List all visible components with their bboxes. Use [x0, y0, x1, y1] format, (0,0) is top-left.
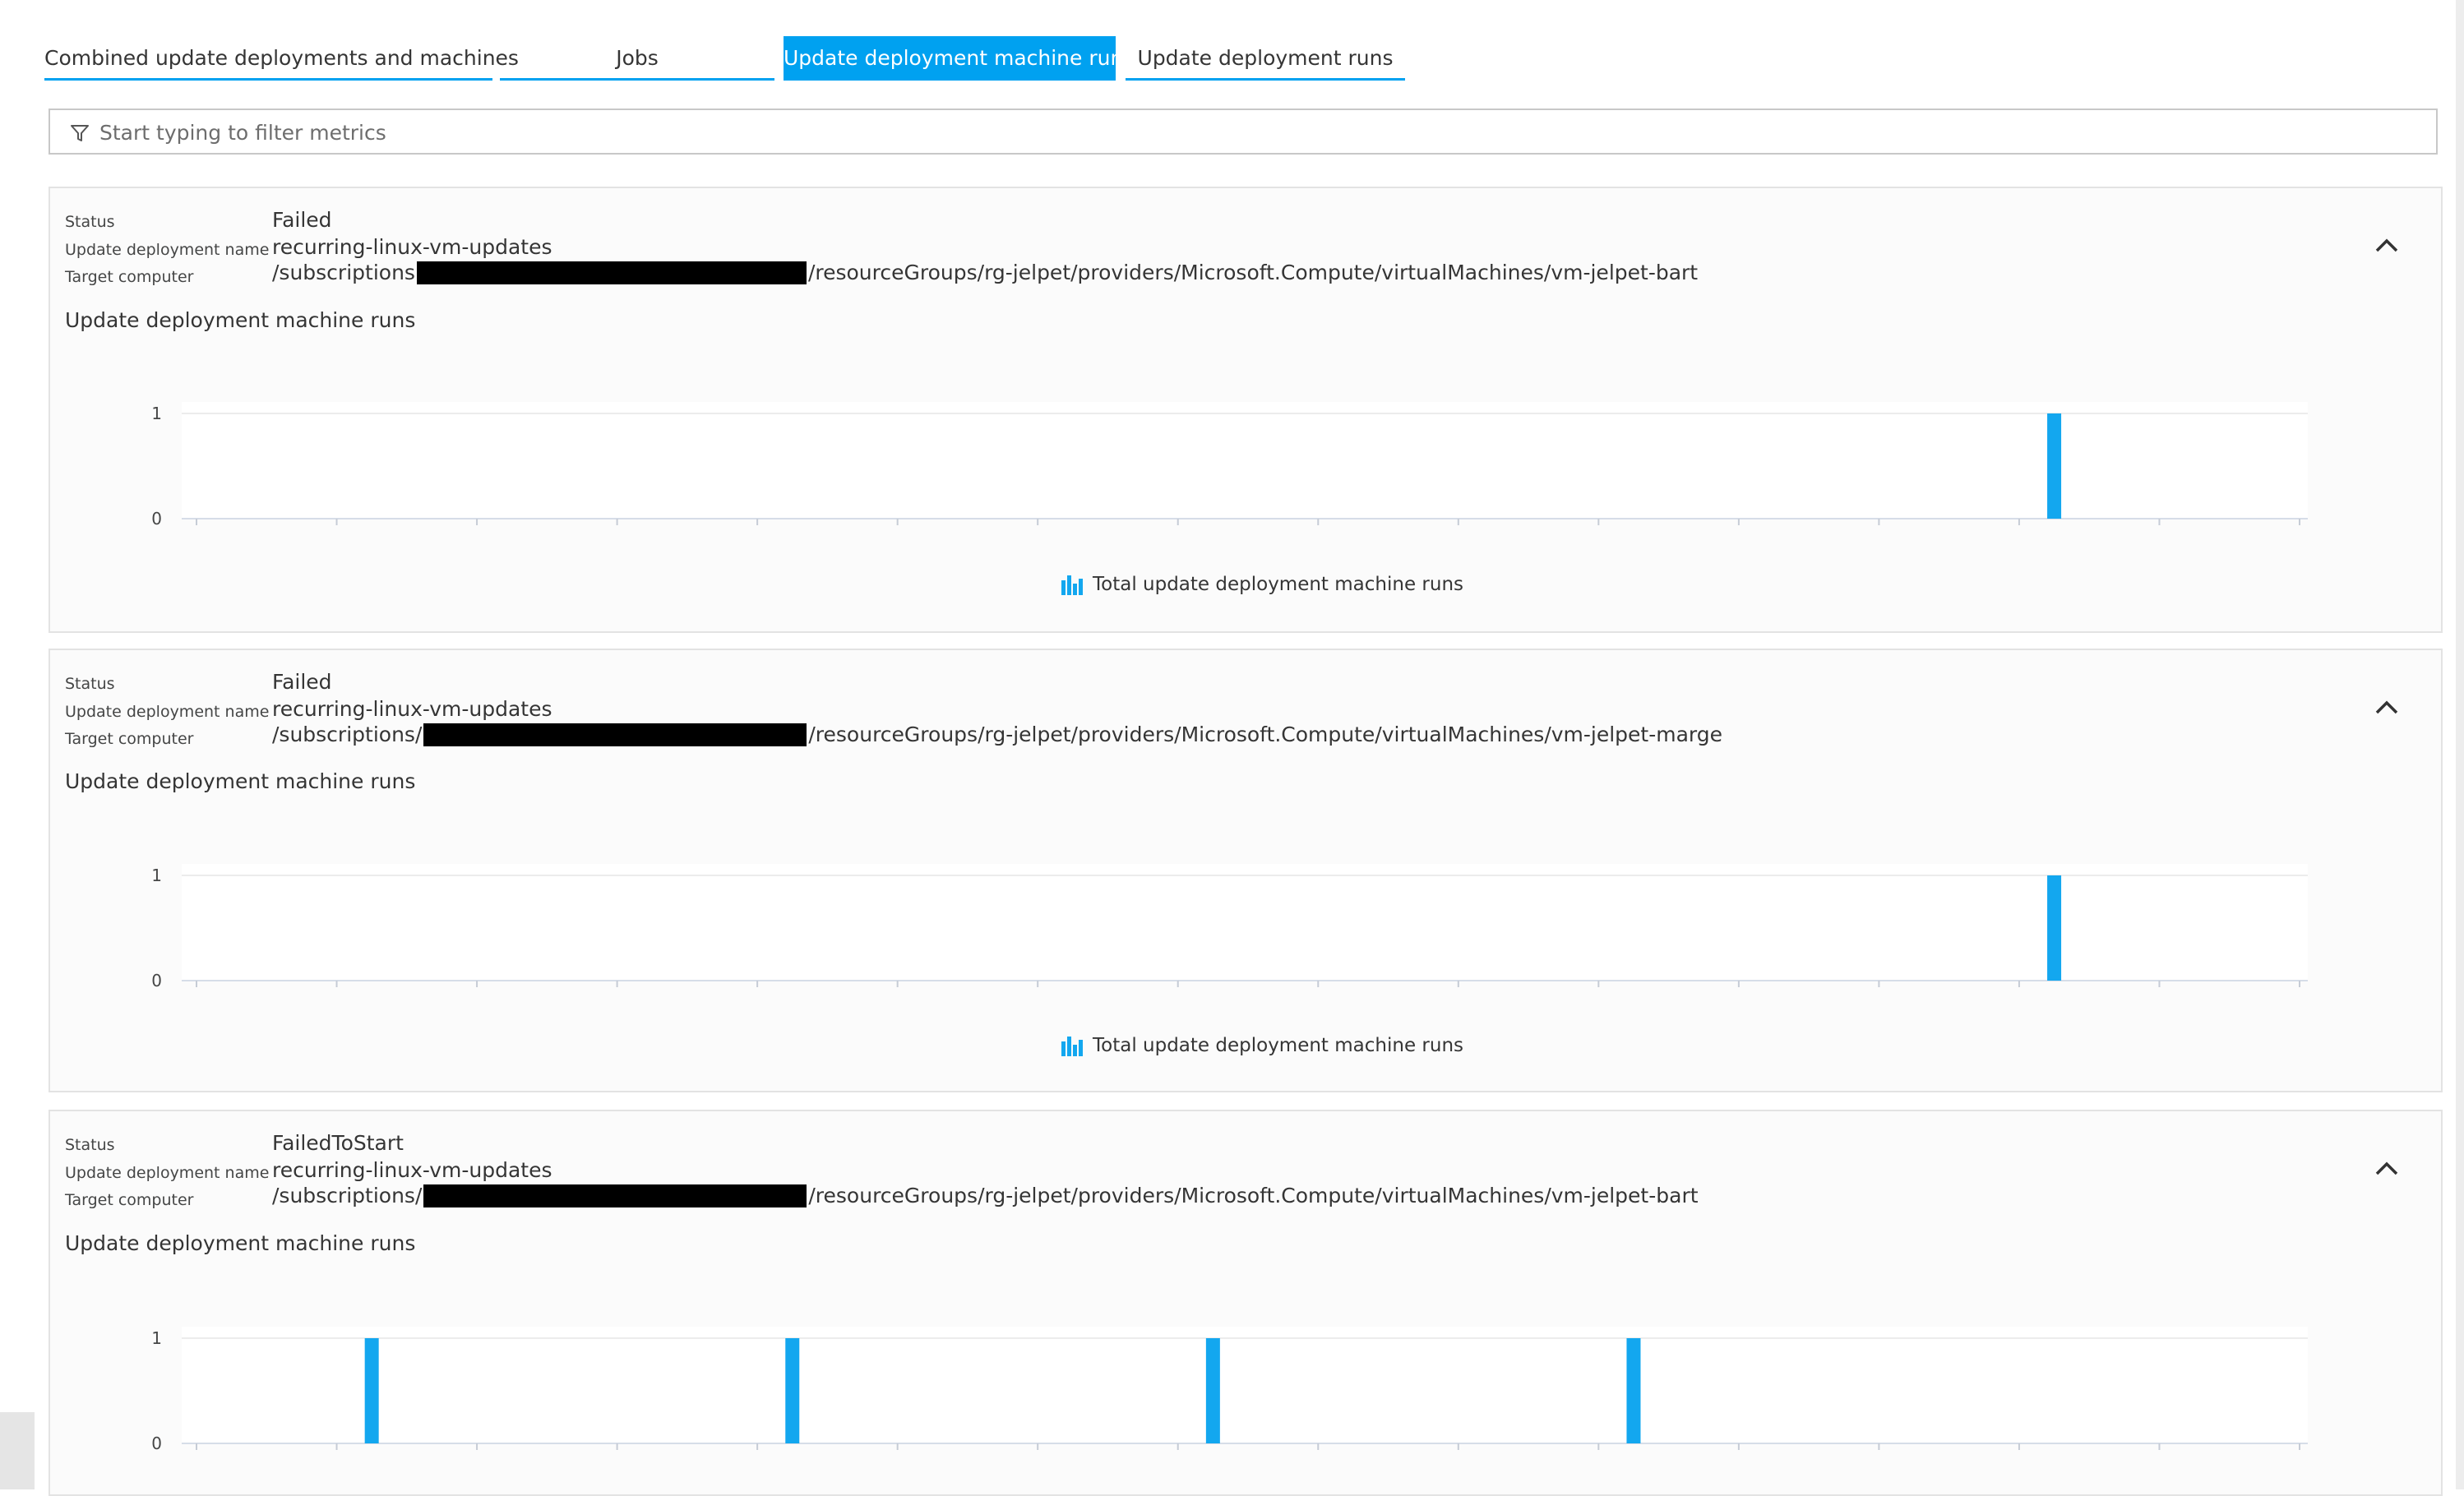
filter-box	[49, 109, 2438, 155]
target-path-suffix: /resourceGroups/rg-jelpet/providers/Micr…	[808, 1184, 1699, 1207]
y-tick-label: 1	[151, 866, 162, 885]
data-bar	[364, 1338, 379, 1443]
deployment-name-label: Update deployment name	[65, 1164, 270, 1182]
chart-title: Update deployment machine runs	[65, 308, 416, 332]
deployment-name-value: recurring-linux-vm-updates	[272, 1158, 552, 1182]
y-tick-label: 1	[151, 404, 162, 423]
plot-area	[182, 864, 2308, 981]
deployment-name-label: Update deployment name	[65, 703, 270, 721]
machine-run-panel-2: Status Failed Update deployment name rec…	[49, 649, 2443, 1092]
status-label: Status	[65, 213, 115, 231]
chart-legend[interactable]: Total update deployment machine runs	[1060, 1035, 1463, 1056]
tab-update-deployment-runs[interactable]: Update deployment runs	[1126, 36, 1405, 81]
machine-runs-chart: 10. Jul08:0016:0011. Jul08:0016:0012. Ju…	[151, 864, 2308, 987]
deployment-name-value: recurring-linux-vm-updates	[272, 235, 552, 259]
machine-run-panel-1: Status Failed Update deployment name rec…	[49, 187, 2443, 633]
target-path-suffix: /resourceGroups/rg-jelpet/providers/Micr…	[808, 723, 1723, 746]
y-tick-label: 0	[151, 509, 162, 525]
bar-chart-icon	[1061, 1037, 1083, 1056]
tab-update-deployment-machine-runs[interactable]: Update deployment machine runs	[784, 36, 1134, 81]
target-computer-value: /subscriptions/ /resourceGroups/rg-jelpe…	[272, 723, 1722, 746]
target-path-prefix: /subscriptions/	[272, 723, 423, 746]
status-value: Failed	[272, 670, 332, 694]
y-tick-label: 1	[151, 1328, 162, 1348]
chevron-up-icon[interactable]	[2372, 1154, 2402, 1184]
chart-title: Update deployment machine runs	[65, 1231, 416, 1255]
status-label: Status	[65, 675, 115, 693]
data-bar	[2047, 875, 2062, 981]
deployment-name-value: recurring-linux-vm-updates	[272, 697, 552, 721]
chevron-up-icon[interactable]	[2372, 231, 2402, 261]
redacted-subscription-id	[423, 1184, 807, 1207]
target-computer-value: /subscriptions/ /resourceGroups/rg-jelpe…	[272, 1184, 1699, 1207]
deployment-name-label: Update deployment name	[65, 241, 270, 259]
tab-jobs[interactable]: Jobs	[500, 36, 774, 81]
y-tick-label: 0	[151, 971, 162, 987]
redacted-subscription-id	[416, 261, 807, 284]
bar-chart-icon	[1061, 575, 1083, 595]
chart-legend[interactable]: Total update deployment machine runs	[1060, 574, 1463, 595]
target-computer-label: Target computer	[65, 730, 194, 748]
target-path-suffix: /resourceGroups/rg-jelpet/providers/Micr…	[807, 261, 1699, 284]
status-label: Status	[65, 1136, 115, 1154]
legend-label: Total update deployment machine runs	[1093, 1035, 1464, 1056]
tab-combined-update-deployments[interactable]: Combined update deployments and machines	[44, 36, 519, 81]
chevron-up-icon[interactable]	[2372, 693, 2402, 723]
plot-area	[182, 1327, 2308, 1443]
target-computer-label: Target computer	[65, 1191, 194, 1209]
status-value: FailedToStart	[272, 1131, 404, 1155]
machine-runs-chart: 10. Jul08:0016:0011. Jul08:0016:0012. Ju…	[151, 402, 2308, 525]
data-bar	[785, 1338, 800, 1443]
data-bar	[1205, 1338, 1220, 1443]
target-path-prefix: /subscriptions/	[272, 1184, 423, 1207]
status-value: Failed	[272, 208, 332, 232]
vertical-scrollbar[interactable]	[2456, 0, 2464, 1489]
target-computer-label: Target computer	[65, 268, 194, 286]
target-path-prefix: /subscriptions	[272, 261, 415, 284]
y-tick-label: 0	[151, 1434, 162, 1450]
chart-title: Update deployment machine runs	[65, 769, 416, 793]
legend-label: Total update deployment machine runs	[1093, 574, 1464, 595]
filter-metrics-input[interactable]	[98, 115, 2403, 150]
redacted-subscription-id	[423, 723, 807, 746]
plot-area	[182, 402, 2308, 519]
filter-icon	[71, 125, 89, 141]
side-panel-edge	[0, 1412, 35, 1489]
data-bar	[2047, 413, 2062, 519]
target-computer-value: /subscriptions /resourceGroups/rg-jelpet…	[272, 261, 1698, 284]
machine-run-panel-3: Status FailedToStart Update deployment n…	[49, 1110, 2443, 1496]
data-bar	[1626, 1338, 1641, 1443]
machine-runs-chart: 10. Jul08:0016:0011. Jul08:0016:0012. Ju…	[151, 1327, 2308, 1450]
